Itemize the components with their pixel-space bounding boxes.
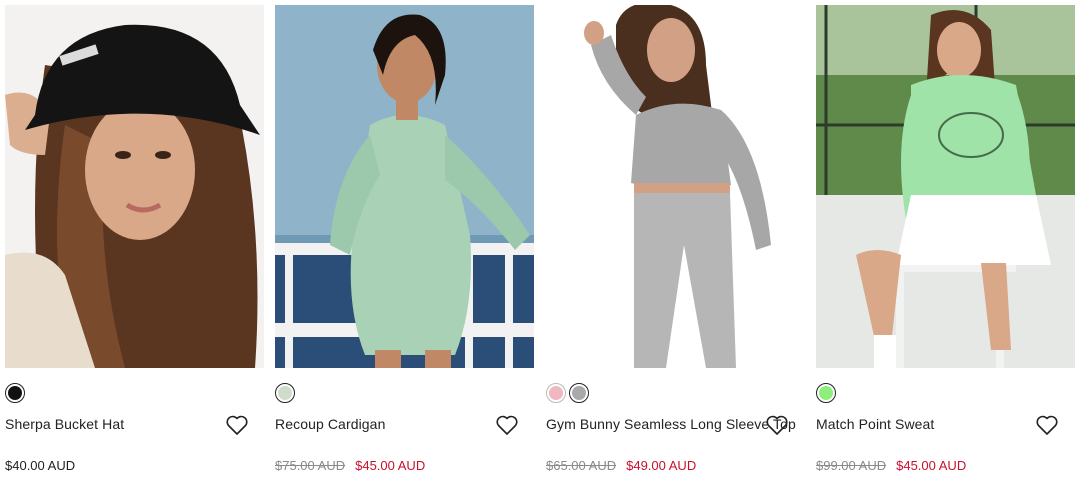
color-swatches: [816, 383, 836, 407]
product-image[interactable]: [816, 5, 1075, 368]
color-swatch[interactable]: [275, 383, 295, 403]
price: $40.00 AUD: [5, 458, 76, 473]
color-swatches: [5, 383, 25, 407]
product-card[interactable]: Match Point Sweat $99.00 AUD $45.00 AUD: [816, 0, 1075, 480]
original-price: $75.00 AUD: [275, 458, 346, 473]
product-name[interactable]: Sherpa Bucket Hat: [5, 416, 124, 432]
original-price: $99.00 AUD: [816, 458, 887, 473]
product-image[interactable]: [546, 5, 805, 368]
original-price: $65.00 AUD: [546, 458, 617, 473]
heart-icon[interactable]: [225, 414, 249, 436]
product-price: $40.00 AUD: [5, 458, 75, 473]
product-price: $65.00 AUD $49.00 AUD: [546, 458, 696, 473]
product-name[interactable]: Recoup Cardigan: [275, 416, 385, 432]
color-swatch[interactable]: [5, 383, 25, 403]
sale-price: $45.00 AUD: [896, 458, 967, 473]
heart-icon[interactable]: [765, 414, 789, 436]
heart-icon[interactable]: [495, 414, 519, 436]
color-swatch[interactable]: [816, 383, 836, 403]
product-card[interactable]: Sherpa Bucket Hat $40.00 AUD: [5, 0, 264, 480]
product-price: $99.00 AUD $45.00 AUD: [816, 458, 966, 473]
product-image[interactable]: [275, 5, 534, 368]
color-swatches: [546, 383, 589, 407]
product-name[interactable]: Gym Bunny Seamless Long Sleeve Top: [546, 416, 796, 432]
sale-price: $49.00 AUD: [626, 458, 697, 473]
heart-icon[interactable]: [1035, 414, 1059, 436]
product-price: $75.00 AUD $45.00 AUD: [275, 458, 425, 473]
sale-price: $45.00 AUD: [355, 458, 426, 473]
color-swatch[interactable]: [569, 383, 589, 403]
product-card[interactable]: Recoup Cardigan $75.00 AUD $45.00 AUD: [275, 0, 534, 480]
color-swatches: [275, 383, 295, 407]
color-swatch[interactable]: [546, 383, 566, 403]
product-name[interactable]: Match Point Sweat: [816, 416, 934, 432]
product-card[interactable]: Gym Bunny Seamless Long Sleeve Top $65.0…: [546, 0, 805, 480]
product-image[interactable]: [5, 5, 264, 368]
